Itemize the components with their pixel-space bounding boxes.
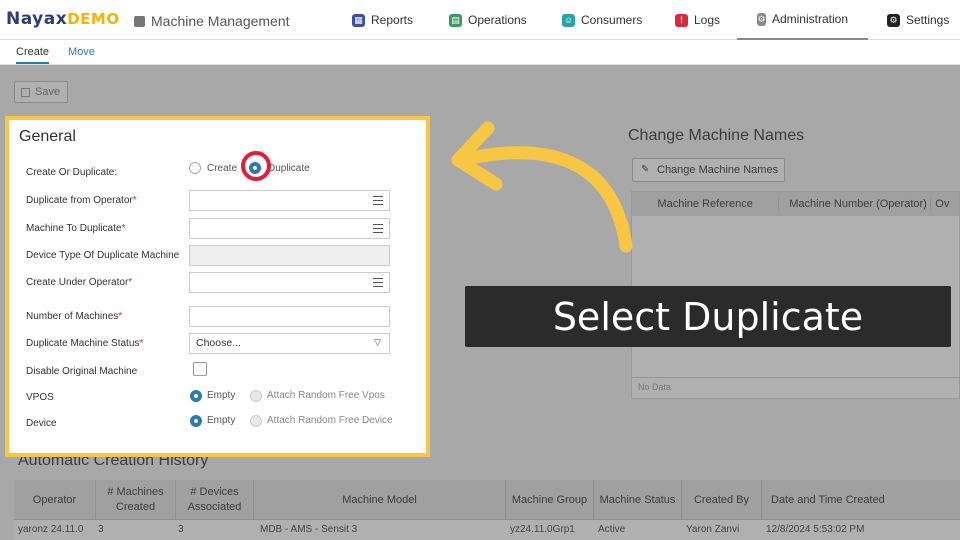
device-empty-label[interactable]: Empty — [207, 415, 235, 426]
device-empty-radio[interactable] — [190, 415, 202, 427]
consumers-icon: ☺ — [562, 13, 575, 27]
duplicate-status-label: Duplicate Machine Status* — [26, 338, 144, 349]
col-operator[interactable]: Operator — [14, 480, 96, 520]
nayax-logo[interactable]: NayaxDEMO — [6, 9, 120, 29]
top-bar: NayaxDEMO Machine Management ▦ Reports ▤… — [0, 0, 960, 40]
col-machine-reference[interactable]: Machine Reference — [632, 198, 780, 210]
table-cell: Yaron Zanvi — [686, 524, 740, 535]
disable-original-checkbox[interactable] — [193, 362, 207, 376]
duplicate-from-operator-label: Duplicate from Operator* — [26, 195, 137, 206]
col-machine-status[interactable]: Machine Status — [594, 480, 682, 520]
col-created-by[interactable]: Created By — [682, 480, 762, 520]
col-date-created[interactable]: Date and Time Created — [762, 480, 960, 520]
col-machines-created[interactable]: # Machines Created — [96, 480, 176, 520]
vpos-empty-radio[interactable] — [190, 390, 202, 402]
device-label: Device — [26, 418, 57, 429]
col-overflow[interactable]: Ov — [931, 198, 959, 210]
disable-original-label: Disable Original Machine — [26, 366, 138, 377]
table-cell: 12/8/2024 5:53:02 PM — [766, 524, 865, 535]
duplicate-from-operator-field[interactable] — [189, 190, 390, 211]
device-random-label[interactable]: Attach Random Free Device — [267, 415, 393, 426]
create-or-duplicate-label: Create Or Duplicate: — [26, 167, 118, 178]
table-cell: Active — [598, 524, 626, 535]
app-title: Machine Management — [134, 13, 290, 29]
nav-operations[interactable]: ▤ Operations — [449, 0, 527, 40]
table-cell: MDB - AMS - Sensit 3 — [260, 524, 358, 535]
number-of-machines-field[interactable] — [189, 306, 390, 327]
table-cell: 3 — [178, 524, 184, 535]
logs-icon: ! — [675, 13, 688, 27]
create-under-operator-label: Create Under Operator* — [26, 277, 133, 288]
administration-icon: ⚙ — [757, 12, 766, 26]
duplicate-option-label[interactable]: Duplicate — [268, 163, 310, 174]
save-button[interactable]: Save — [14, 81, 68, 103]
machine-icon — [134, 15, 145, 27]
nav-consumers[interactable]: ☺ Consumers — [562, 0, 642, 40]
sub-tabs: Create Move — [0, 40, 960, 65]
change-names-button[interactable]: ✎ Change Machine Names — [632, 158, 785, 182]
number-of-machines-label: Number of Machines* — [26, 311, 123, 322]
device-type-label: Device Type Of Duplicate Machine — [26, 250, 180, 261]
list-icon[interactable] — [373, 224, 383, 233]
nav-reports[interactable]: ▦ Reports — [352, 0, 413, 40]
vpos-empty-label[interactable]: Empty — [207, 390, 235, 401]
machine-to-duplicate-field[interactable] — [189, 218, 390, 239]
machine-to-duplicate-label: Machine To Duplicate* — [26, 223, 126, 234]
nav-settings[interactable]: ⚙ Settings — [887, 0, 949, 40]
chevron-down-icon: ▽ — [374, 337, 381, 347]
vpos-label: VPOS — [26, 392, 54, 403]
table-cell: yaronz 24.11.0 — [18, 524, 84, 535]
col-machine-model[interactable]: Machine Model — [254, 480, 506, 520]
change-names-title: Change Machine Names — [628, 127, 805, 144]
create-option-label[interactable]: Create — [207, 163, 237, 174]
duplicate-status-select[interactable]: Choose... ▽ — [189, 333, 390, 354]
instruction-callout: Select Duplicate — [465, 286, 951, 347]
save-icon — [21, 87, 30, 97]
list-icon[interactable] — [373, 278, 383, 287]
history-table: Operator # Machines Created # Devices As… — [14, 480, 960, 540]
device-type-field — [189, 245, 390, 266]
reports-icon: ▦ — [352, 13, 365, 27]
tab-create[interactable]: Create — [16, 46, 50, 64]
table-cell: 3 — [98, 524, 104, 535]
highlight-ring — [241, 151, 271, 181]
device-random-radio[interactable] — [250, 415, 262, 427]
no-data-text: No Data — [638, 382, 672, 392]
vpos-random-radio[interactable] — [250, 390, 262, 402]
operations-icon: ▤ — [449, 13, 462, 27]
tab-move[interactable]: Move — [68, 46, 95, 58]
col-machine-number[interactable]: Machine Number (Operator) — [779, 198, 932, 210]
general-title: General — [19, 128, 76, 145]
table-cell: yz24.11.0Grp1 — [510, 524, 575, 535]
nav-administration[interactable]: ⚙ Administration — [737, 0, 868, 40]
pencil-icon: ✎ — [641, 164, 650, 175]
list-icon[interactable] — [373, 196, 383, 205]
nav-logs[interactable]: ! Logs — [675, 0, 720, 40]
settings-icon: ⚙ — [887, 13, 900, 27]
col-devices-associated[interactable]: # Devices Associated — [176, 480, 254, 520]
create-radio[interactable] — [189, 162, 201, 174]
vpos-random-label[interactable]: Attach Random Free Vpos — [267, 390, 385, 401]
col-machine-group[interactable]: Machine Group — [506, 480, 594, 520]
general-panel: General Create Or Duplicate: Create Dupl… — [5, 116, 430, 457]
create-under-operator-field[interactable] — [189, 272, 390, 293]
